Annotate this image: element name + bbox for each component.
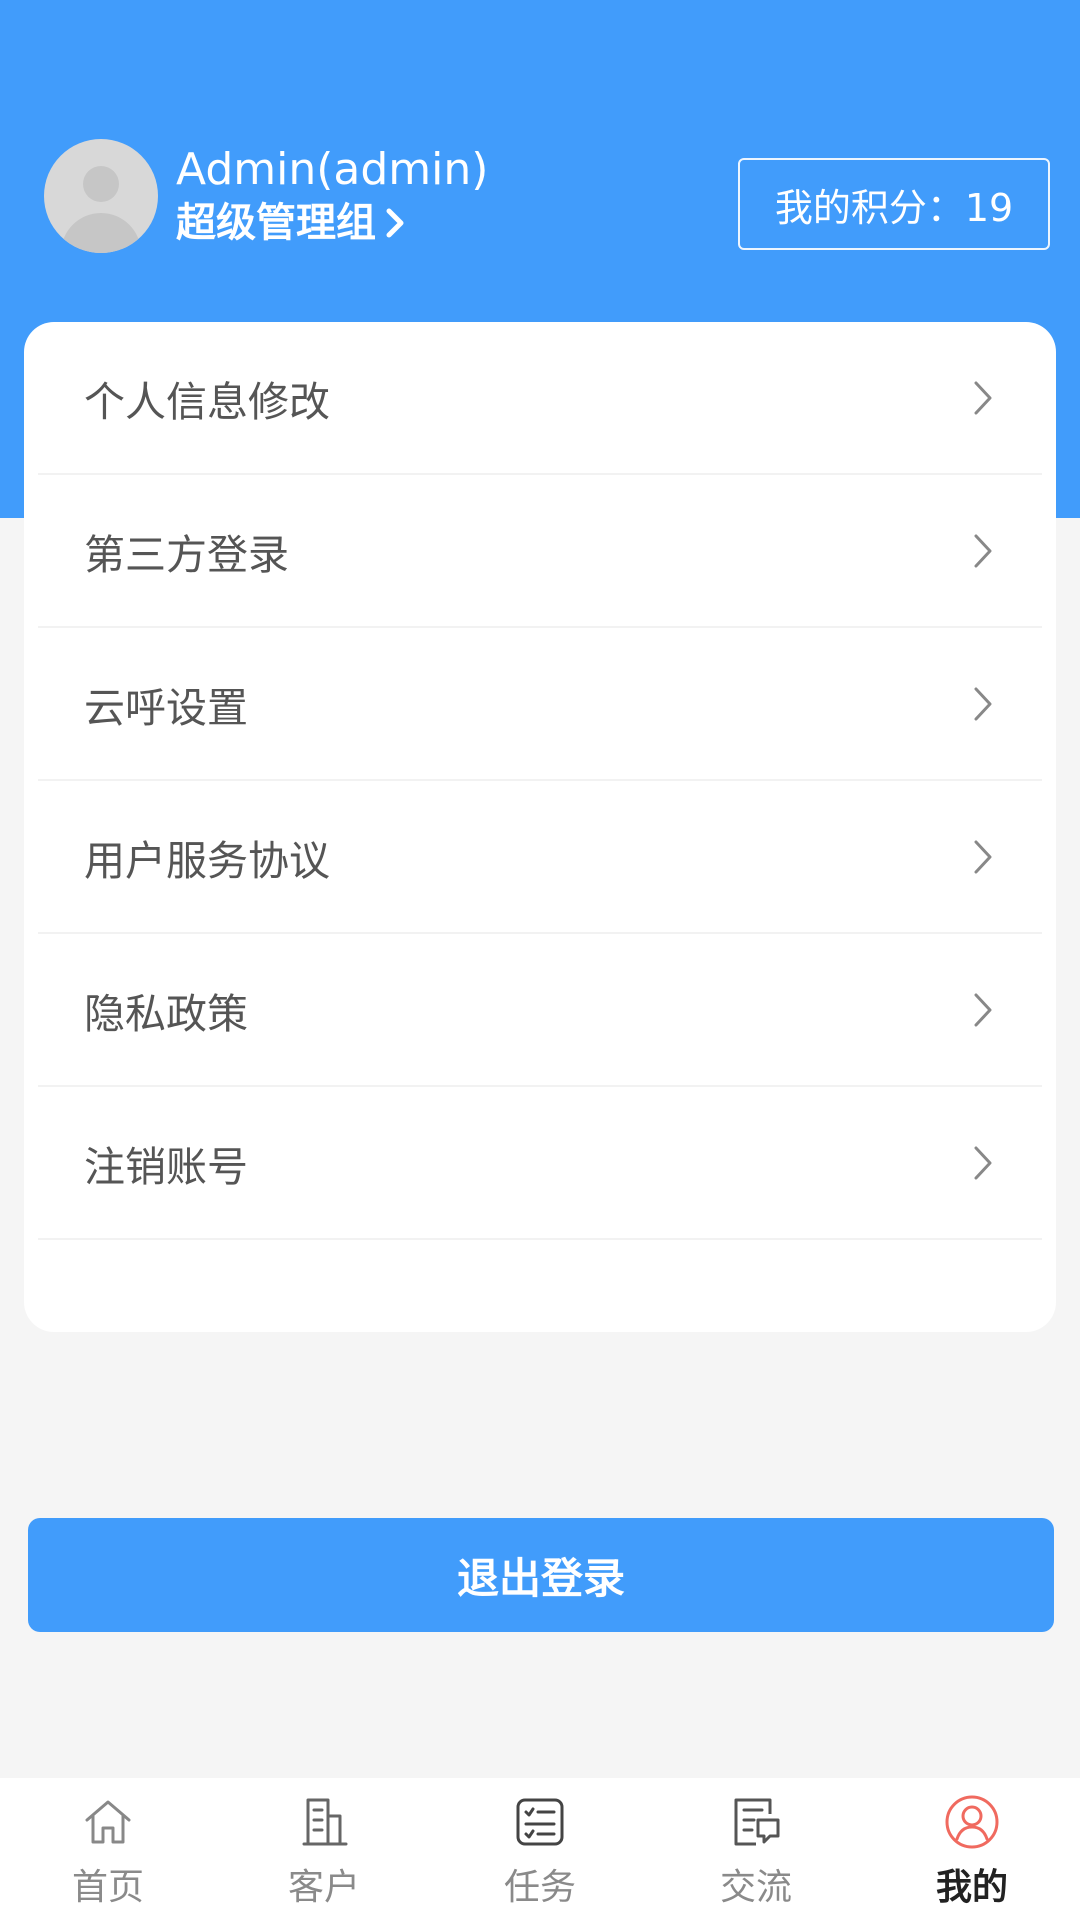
tab-label: 任务	[503, 1867, 576, 1908]
avatar-head-shape	[83, 166, 119, 202]
menu-item-label: 用户服务协议	[84, 836, 330, 885]
my-points-badge[interactable]: 我的积分：19	[738, 158, 1050, 250]
tab-mine[interactable]: 我的	[864, 1778, 1080, 1920]
user-name: Admin(admin)	[176, 144, 489, 195]
tab-label: 我的	[935, 1867, 1008, 1908]
chevron-right-icon	[974, 534, 992, 567]
user-group-link[interactable]: 超级管理组	[176, 197, 488, 249]
user-profile[interactable]: Admin(admin) 超级管理组	[44, 138, 488, 254]
logout-button[interactable]: 退出登录	[28, 1518, 1054, 1632]
chevron-right-icon	[386, 208, 404, 238]
menu-item-label: 个人信息修改	[84, 377, 330, 426]
menu-item-label: 第三方登录	[84, 530, 289, 579]
chevron-right-icon	[974, 1146, 992, 1179]
tab-label: 交流	[719, 1867, 792, 1908]
tab-home[interactable]: 首页	[0, 1778, 216, 1920]
chevron-right-icon	[974, 840, 992, 873]
menu-item-user-agreement[interactable]: 用户服务协议	[38, 781, 1042, 934]
menu-item-label: 云呼设置	[84, 683, 248, 732]
tab-label: 客户	[287, 1867, 360, 1908]
menu-item-edit-profile[interactable]: 个人信息修改	[38, 322, 1042, 475]
avatar-body-shape	[61, 213, 141, 253]
menu-item-third-party-login[interactable]: 第三方登录	[38, 475, 1042, 628]
user-group-label: 超级管理组	[176, 200, 376, 246]
menu-item-label: 注销账号	[84, 1142, 248, 1191]
menu-item-privacy-policy[interactable]: 隐私政策	[38, 934, 1042, 1087]
settings-menu: 个人信息修改 第三方登录 云呼设置 用户服务协议 隐私政策 注销账号	[24, 322, 1056, 1332]
menu-item-cloud-call-settings[interactable]: 云呼设置	[38, 628, 1042, 781]
bottom-tab-bar: 首页 客户 任务 交流 我的	[0, 1778, 1080, 1920]
chevron-right-icon	[974, 993, 992, 1026]
profile-page: Admin(admin) 超级管理组 我的积分：19 个人信息修改 第三方登录 …	[0, 0, 1080, 1920]
tab-tasks[interactable]: 任务	[432, 1778, 648, 1920]
menu-item-delete-account[interactable]: 注销账号	[38, 1087, 1042, 1240]
tab-communication[interactable]: 交流	[648, 1778, 864, 1920]
building-icon	[302, 1798, 348, 1846]
menu-item-label: 隐私政策	[84, 989, 248, 1038]
tab-customers[interactable]: 客户	[216, 1778, 432, 1920]
chat-document-icon	[734, 1798, 780, 1846]
chevron-right-icon	[974, 687, 992, 720]
task-list-icon	[516, 1798, 564, 1846]
chevron-right-icon	[974, 381, 992, 414]
home-icon	[85, 1800, 131, 1844]
user-circle-icon	[945, 1795, 999, 1849]
user-info: Admin(admin) 超级管理组	[176, 143, 488, 249]
avatar[interactable]	[44, 139, 158, 253]
tab-label: 首页	[71, 1867, 144, 1908]
